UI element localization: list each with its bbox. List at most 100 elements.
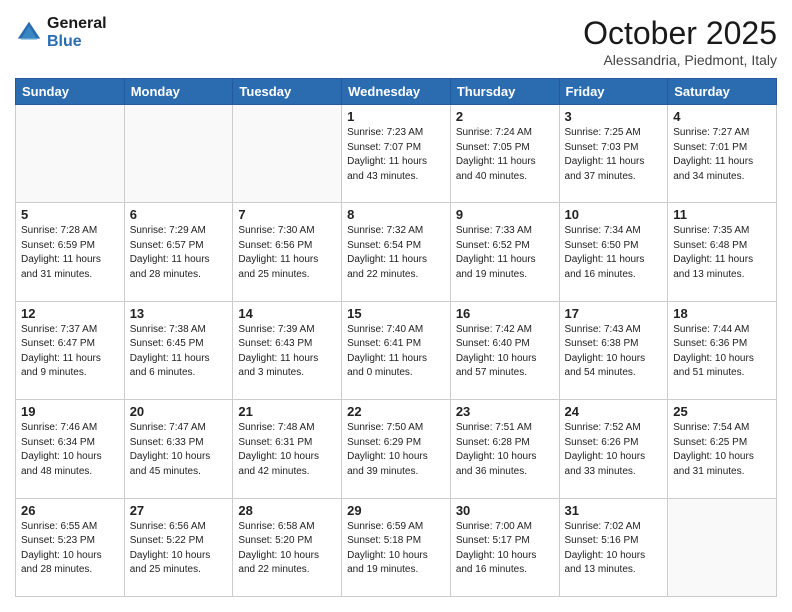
calendar-cell: 1 Sunrise: 7:23 AM Sunset: 7:07 PM Daylig… [342,105,451,203]
day-info: Sunrise: 7:40 AM Sunset: 6:41 PM Dayligh… [347,323,445,381]
calendar-cell: 28 Sunrise: 6:58 AM Sunset: 5:20 PM Dayli… [233,498,342,596]
day-number: 8 [347,207,445,222]
day-info: Sunrise: 7:46 AM Sunset: 6:34 PM Dayligh… [21,421,119,479]
day-number: 2 [456,109,554,124]
day-number: 11 [673,207,771,222]
calendar-week-row: 12Sunrise: 7:37 AM Sunset: 6:47 PM Dayli… [16,301,777,399]
day-info: Sunrise: 7:33 AM Sunset: 6:52 PM Dayligh… [456,224,554,282]
day-info: Sunrise: 7:24 AM Sunset: 7:05 PM Dayligh… [456,126,554,184]
calendar-cell [668,498,777,596]
day-info: Sunrise: 7:42 AM Sunset: 6:40 PM Dayligh… [456,323,554,381]
day-number: 6 [130,207,228,222]
title-block: October 2025 Alessandria, Piedmont, Ital… [583,15,777,68]
calendar-cell: 24 Sunrise: 7:52 AM Sunset: 6:26 PM Dayli… [559,400,668,498]
logo-text: General Blue [47,15,107,50]
day-info: Sunrise: 7:44 AM Sunset: 6:36 PM Dayligh… [673,323,771,381]
day-info: Sunrise: 7:23 AM Sunset: 7:07 PM Dayligh… [347,126,445,184]
day-info: Sunrise: 7:27 AM Sunset: 7:01 PM Dayligh… [673,126,771,184]
logo: General Blue [15,15,107,50]
day-info: Sunrise: 6:55 AM Sunset: 5:23 PM Dayligh… [21,520,119,578]
calendar-cell: 3 Sunrise: 7:25 AM Sunset: 7:03 PM Daylig… [559,105,668,203]
day-info: Sunrise: 7:47 AM Sunset: 6:33 PM Dayligh… [130,421,228,479]
day-number: 20 [130,404,228,419]
day-number: 28 [238,503,336,518]
col-thursday: Thursday [450,79,559,105]
day-number: 3 [565,109,663,124]
day-number: 12 [21,306,119,321]
day-info: Sunrise: 6:58 AM Sunset: 5:20 PM Dayligh… [238,520,336,578]
col-friday: Friday [559,79,668,105]
day-info: Sunrise: 7:28 AM Sunset: 6:59 PM Dayligh… [21,224,119,282]
day-info: Sunrise: 6:56 AM Sunset: 5:22 PM Dayligh… [130,520,228,578]
day-info: Sunrise: 7:54 AM Sunset: 6:25 PM Dayligh… [673,421,771,479]
day-info: Sunrise: 7:34 AM Sunset: 6:50 PM Dayligh… [565,224,663,282]
day-number: 9 [456,207,554,222]
calendar-cell: 9 Sunrise: 7:33 AM Sunset: 6:52 PM Daylig… [450,203,559,301]
calendar-cell [124,105,233,203]
calendar-week-row: 19 Sunrise: 7:46 AM Sunset: 6:34 PM Dayli… [16,400,777,498]
calendar-week-row: 5 Sunrise: 7:28 AM Sunset: 6:59 PM Daylig… [16,203,777,301]
calendar-cell [16,105,125,203]
day-number: 15 [347,306,445,321]
day-number: 23 [456,404,554,419]
day-number: 1 [347,109,445,124]
calendar-cell: 12Sunrise: 7:37 AM Sunset: 6:47 PM Dayli… [16,301,125,399]
calendar-cell: 16 Sunrise: 7:42 AM Sunset: 6:40 PM Dayli… [450,301,559,399]
calendar-cell: 14Sunrise: 7:39 AM Sunset: 6:43 PM Dayli… [233,301,342,399]
location: Alessandria, Piedmont, Italy [583,52,777,68]
col-saturday: Saturday [668,79,777,105]
day-info: Sunrise: 7:43 AM Sunset: 6:38 PM Dayligh… [565,323,663,381]
calendar-cell: 15 Sunrise: 7:40 AM Sunset: 6:41 PM Dayli… [342,301,451,399]
calendar-table: Sunday Monday Tuesday Wednesday Thursday… [15,78,777,597]
day-number: 4 [673,109,771,124]
day-number: 17 [565,306,663,321]
day-number: 29 [347,503,445,518]
col-sunday: Sunday [16,79,125,105]
day-number: 31 [565,503,663,518]
calendar-cell: 4 Sunrise: 7:27 AM Sunset: 7:01 PM Daylig… [668,105,777,203]
day-number: 22 [347,404,445,419]
day-info: Sunrise: 7:48 AM Sunset: 6:31 PM Dayligh… [238,421,336,479]
day-number: 7 [238,207,336,222]
day-info: Sunrise: 7:02 AM Sunset: 5:16 PM Dayligh… [565,520,663,578]
day-info: Sunrise: 7:38 AM Sunset: 6:45 PM Dayligh… [130,323,228,381]
calendar-cell: 17 Sunrise: 7:43 AM Sunset: 6:38 PM Dayli… [559,301,668,399]
day-number: 19 [21,404,119,419]
day-info: Sunrise: 6:59 AM Sunset: 5:18 PM Dayligh… [347,520,445,578]
day-number: 30 [456,503,554,518]
day-number: 13 [130,306,228,321]
day-number: 25 [673,404,771,419]
day-info: Sunrise: 7:32 AM Sunset: 6:54 PM Dayligh… [347,224,445,282]
calendar-cell: 26 Sunrise: 6:55 AM Sunset: 5:23 PM Dayli… [16,498,125,596]
calendar-cell: 27 Sunrise: 6:56 AM Sunset: 5:22 PM Dayli… [124,498,233,596]
day-info: Sunrise: 7:52 AM Sunset: 6:26 PM Dayligh… [565,421,663,479]
day-info: Sunrise: 7:25 AM Sunset: 7:03 PM Dayligh… [565,126,663,184]
month-title: October 2025 [583,15,777,52]
day-info: Sunrise: 7:50 AM Sunset: 6:29 PM Dayligh… [347,421,445,479]
calendar-cell: 23Sunrise: 7:51 AM Sunset: 6:28 PM Dayli… [450,400,559,498]
day-number: 10 [565,207,663,222]
calendar-cell: 25 Sunrise: 7:54 AM Sunset: 6:25 PM Dayli… [668,400,777,498]
day-number: 26 [21,503,119,518]
calendar-cell: 18 Sunrise: 7:44 AM Sunset: 6:36 PM Dayli… [668,301,777,399]
day-info: Sunrise: 7:39 AM Sunset: 6:43 PM Dayligh… [238,323,336,381]
calendar-cell: 21Sunrise: 7:48 AM Sunset: 6:31 PM Dayli… [233,400,342,498]
col-monday: Monday [124,79,233,105]
calendar-header-row: Sunday Monday Tuesday Wednesday Thursday… [16,79,777,105]
day-number: 24 [565,404,663,419]
calendar-cell: 2 Sunrise: 7:24 AM Sunset: 7:05 PM Daylig… [450,105,559,203]
calendar-cell: 6 Sunrise: 7:29 AM Sunset: 6:57 PM Daylig… [124,203,233,301]
day-number: 16 [456,306,554,321]
page: General Blue October 2025 Alessandria, P… [0,0,792,612]
day-number: 27 [130,503,228,518]
calendar-cell: 11Sunrise: 7:35 AM Sunset: 6:48 PM Dayli… [668,203,777,301]
calendar-cell [233,105,342,203]
day-number: 5 [21,207,119,222]
calendar-cell: 19 Sunrise: 7:46 AM Sunset: 6:34 PM Dayli… [16,400,125,498]
day-info: Sunrise: 7:29 AM Sunset: 6:57 PM Dayligh… [130,224,228,282]
calendar-cell: 8 Sunrise: 7:32 AM Sunset: 6:54 PM Daylig… [342,203,451,301]
day-number: 18 [673,306,771,321]
calendar-week-row: 26 Sunrise: 6:55 AM Sunset: 5:23 PM Dayli… [16,498,777,596]
calendar-cell: 31 Sunrise: 7:02 AM Sunset: 5:16 PM Dayli… [559,498,668,596]
logo-icon [15,19,43,47]
